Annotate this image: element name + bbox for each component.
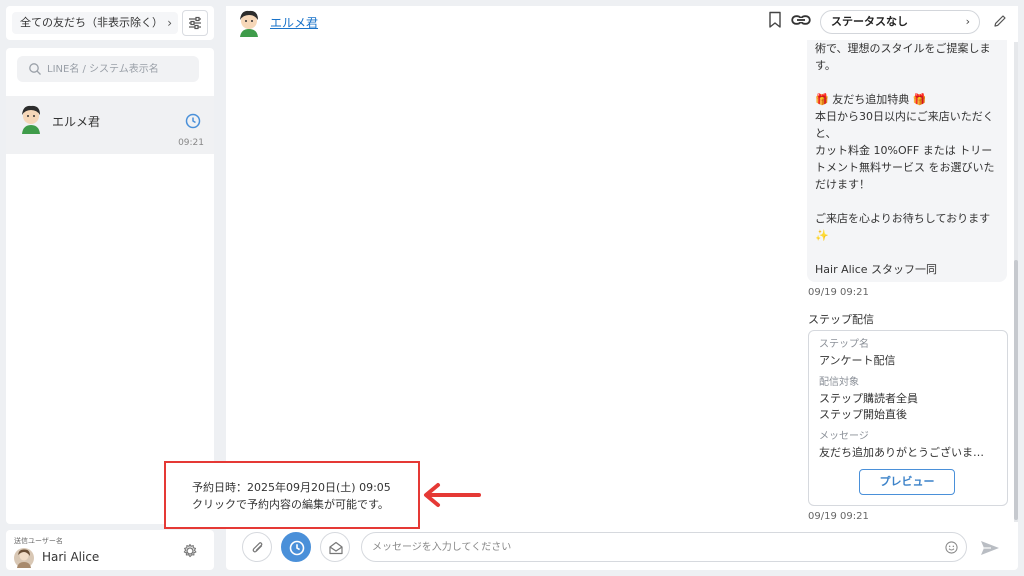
friend-name: エルメ君 [52,115,101,129]
annotation-arrow-icon [424,483,481,507]
sender-avatar [14,548,34,568]
step-message-value: 友だち追加ありがとうございま… [819,446,984,459]
message-timestamp: 09/19 09:21 [808,287,869,298]
tooltip-line: クリックで予約内容の編集が可能です。 [192,498,389,511]
message-bubble: 術で、理想のスタイルをご提案しま す。 🎁 友だち追加特典 🎁 本日から30日以… [807,40,1007,282]
step-target-key: 配信対象 [819,377,859,388]
link-icon[interactable] [791,13,811,27]
friend-list-panel: エルメ君 09:21 [6,48,214,524]
step-name-key: ステップ名 [819,339,869,350]
status-select[interactable]: ステータスなし › [820,10,980,34]
sender-name: Hari Alice [42,550,100,564]
step-message-key: メッセージ [819,431,869,442]
attach-button[interactable] [242,532,272,562]
template-message-button[interactable] [320,532,350,562]
scheduled-clock-icon [185,113,201,129]
scrollbar-thumb[interactable] [1014,260,1018,520]
message-line: だけます！ [815,178,870,191]
message-line: 🎁 友だち追加特典 🎁 [815,93,927,106]
preview-button[interactable]: プレビュー [859,469,955,495]
schedule-button[interactable] [281,532,311,562]
step-delivery-label: ステップ配信 [808,313,874,326]
message-line: す。 [815,59,836,72]
chat-friend-name-link[interactable]: エルメ君 [270,14,318,31]
step-timestamp: 09/19 09:21 [808,511,869,522]
sender-user-panel: 送信ユーザー名 Hari Alice [6,530,214,570]
send-icon[interactable] [980,540,1000,556]
message-line: カット料金 10%OFF または トリー [815,144,993,157]
paperclip-icon [252,542,263,553]
sliders-icon [189,16,201,30]
message-line: と、 [815,127,837,140]
friend-search-input[interactable] [47,56,195,82]
status-label: ステータスなし [831,15,908,28]
tooltip-line: 予約日時：2025年09月20日(土) 09:05 [192,481,391,494]
search-icon [29,63,41,75]
filter-settings-button[interactable] [182,10,208,36]
friend-search [17,56,199,82]
message-line: 本日から30日以内にご来店いただく [815,110,994,123]
message-line: ご来店を心よりお待ちしております [815,212,991,225]
message-line: トメント無料サービス をお選びいた [815,161,995,174]
chevron-right-icon: › [965,15,970,28]
gear-icon [183,543,197,558]
emoji-icon[interactable] [945,541,958,554]
chat-header: エルメ君 ステータスなし › [226,6,1018,40]
friend-filter-select[interactable]: 全ての友だち（非表示除く） › [12,12,178,34]
schedule-tooltip: 予約日時：2025年09月20日(土) 09:05 クリックで予約内容の編集が可… [164,461,420,529]
bookmark-icon[interactable] [768,11,782,29]
message-input-wrapper [361,532,967,562]
step-target-value: ステップ開始直後 [819,408,907,421]
friend-avatar [22,105,40,134]
message-line: ✨ [815,229,829,242]
friend-filter-label: 全ての友だち（非表示除く） [20,16,163,29]
friend-list-item[interactable]: エルメ君 09:21 [6,96,214,154]
sender-settings-button[interactable] [180,541,200,561]
message-composer [226,530,1018,570]
message-line: 術で、理想のスタイルをご提案しま [815,42,991,55]
chat-scrollbar[interactable] [1014,42,1018,522]
clock-icon [289,540,305,556]
step-delivery-card: ステップ名 アンケート配信 配信対象 ステップ購読者全員 ステップ開始直後 メッ… [808,330,1008,506]
pencil-icon[interactable] [992,13,1008,29]
message-input[interactable] [372,533,932,561]
step-name-value: アンケート配信 [819,354,896,367]
envelope-open-icon [329,541,343,555]
friend-last-time: 09:21 [178,138,204,148]
sender-label: 送信ユーザー名 [14,537,63,545]
step-target-value: ステップ購読者全員 [819,392,918,405]
message-line: Hair Alice スタッフ一同 [815,263,938,276]
filter-bar: 全ての友だち（非表示除く） › [6,6,214,40]
friend-avatar-header [240,10,258,37]
chevron-right-icon: › [167,16,172,30]
